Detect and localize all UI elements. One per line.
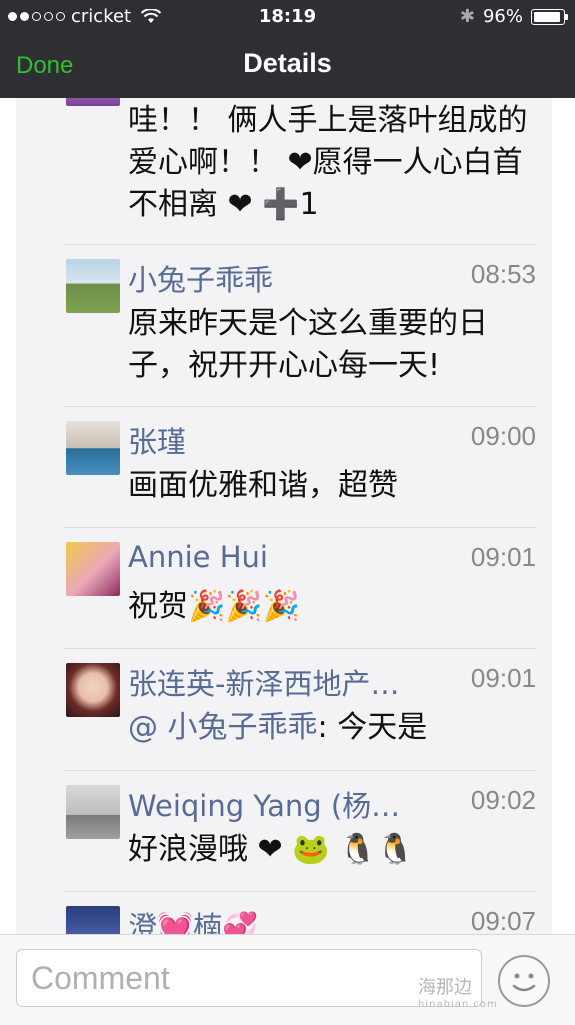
emoji-button[interactable] xyxy=(498,955,550,1007)
avatar[interactable] xyxy=(66,421,120,475)
watermark-text: 海那边 xyxy=(418,977,472,998)
comment-item[interactable]: 张连英-新泽西地产… 09:01 @ 小兔子乖乖: 今天是 xyxy=(64,648,536,769)
avatar[interactable] xyxy=(66,98,120,106)
commenter-name[interactable]: 小兔子乖乖 xyxy=(128,257,273,299)
mention-link[interactable]: @ 小兔子乖乖 xyxy=(128,710,318,745)
commenter-name[interactable]: Weiqing Yang (杨… xyxy=(128,783,400,825)
comment-item[interactable]: Annie Hui 09:01 祝贺🎉🎉🎉 xyxy=(64,527,536,648)
comment-input[interactable]: Comment xyxy=(16,949,482,1007)
avatar[interactable] xyxy=(66,542,120,596)
comment-text: 画面优雅和谐，超赞 xyxy=(128,468,398,503)
comments-panel[interactable]: 哇！！ 俩人手上是落叶组成的爱心啊！！ ❤愿得一人心白首不相离 ❤ ➕1 小兔子… xyxy=(16,98,552,934)
comment-item[interactable]: 张瑾 09:00 画面优雅和谐，超赞 xyxy=(64,406,536,527)
comment-bar: Comment 海那边 hinabian.com xyxy=(0,934,575,1025)
comment-text: @ 小兔子乖乖: 今天是 xyxy=(128,707,528,749)
comment-text: 祝贺🎉🎉🎉 xyxy=(128,589,301,624)
comment-item[interactable]: 澄💓楠💞 09:07 xyxy=(64,891,536,934)
commenter-name[interactable]: Annie Hui xyxy=(128,540,268,574)
bluetooth-icon: ✱ xyxy=(459,6,475,27)
comment-placeholder: Comment xyxy=(31,960,170,996)
comment-text-rest: : 今天是 xyxy=(317,710,428,745)
status-bar: cricket 18:19 ✱ 96% xyxy=(0,0,575,34)
battery-fill xyxy=(534,11,560,22)
navigation-bar: Done Details xyxy=(0,34,575,98)
avatar[interactable] xyxy=(66,785,120,839)
comment-text: 好浪漫哦 ❤ 🐸 🐧🐧 xyxy=(128,832,414,867)
comment-time: 09:07 xyxy=(470,906,536,934)
comment-text: 原来昨天是个这么重要的日子，祝开开心心每一天! xyxy=(128,306,488,383)
commenter-name[interactable]: 澄💓楠💞 xyxy=(128,904,258,934)
smiley-icon xyxy=(512,973,536,992)
watermark: 海那边 hinabian.com xyxy=(418,973,498,1010)
battery-percent: 96% xyxy=(482,6,523,27)
commenter-name[interactable]: 张连英-新泽西地产… xyxy=(128,661,399,703)
comment-time: 09:02 xyxy=(470,785,536,815)
comment-item[interactable]: 小兔子乖乖 08:53 原来昨天是个这么重要的日子，祝开开心心每一天! xyxy=(64,244,536,407)
comment-time: 09:01 xyxy=(470,542,536,572)
page-title: Details xyxy=(243,48,332,78)
commenter-name[interactable]: 张瑾 xyxy=(128,419,186,461)
avatar[interactable] xyxy=(66,259,120,313)
avatar[interactable] xyxy=(66,663,120,717)
comment-time: 09:00 xyxy=(470,421,536,451)
watermark-url: hinabian.com xyxy=(418,999,498,1010)
battery-icon xyxy=(531,8,568,25)
comment-time: 09:01 xyxy=(470,663,536,693)
avatar[interactable] xyxy=(66,906,120,934)
right-status: ✱ 96% xyxy=(459,6,568,27)
comment-text: 哇！！ 俩人手上是落叶组成的爱心啊！！ ❤愿得一人心白首不相离 ❤ ➕1 xyxy=(128,103,528,222)
comment-item[interactable]: Weiqing Yang (杨… 09:02 好浪漫哦 ❤ 🐸 🐧🐧 xyxy=(64,770,536,891)
top-bar: cricket 18:19 ✱ 96% Done Details xyxy=(0,0,575,98)
comment-time: 08:53 xyxy=(470,259,536,289)
